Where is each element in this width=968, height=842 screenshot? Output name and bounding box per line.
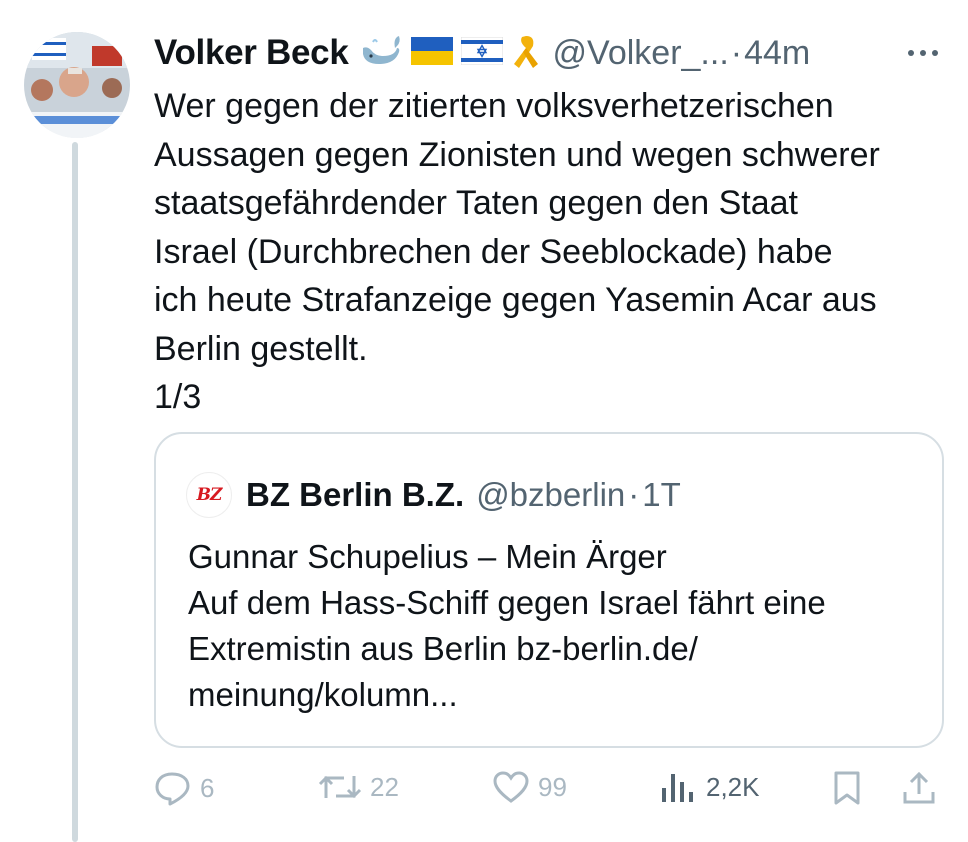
quoted-tweet-header: BZ BZ Berlin B.Z. @bzberlin · 1T	[186, 472, 681, 518]
views-count: 2,2K	[706, 771, 760, 802]
quoted-separator-dot: ·	[628, 476, 640, 513]
author-name[interactable]: Volker Beck	[154, 33, 349, 73]
reply-button[interactable]: 6	[154, 770, 214, 806]
retweet-count: 22	[370, 771, 399, 802]
profile-badges	[359, 32, 541, 75]
timestamp[interactable]: 44m	[744, 34, 810, 73]
bz-logo-avatar[interactable]: BZ	[186, 472, 232, 518]
tweet-header: Volker Beck @Volker_... · 44m	[154, 28, 948, 78]
share-button[interactable]	[902, 770, 936, 806]
quoted-timestamp[interactable]: 1T	[642, 476, 681, 514]
share-icon	[903, 771, 935, 804]
separator-dot: ·	[730, 33, 743, 72]
views-button[interactable]: 2,2K	[658, 770, 760, 804]
more-options-icon[interactable]	[908, 50, 948, 56]
bookmark-icon	[834, 771, 860, 805]
israel-flag-icon	[460, 36, 503, 70]
avatar[interactable]	[24, 32, 130, 138]
thread-line	[72, 142, 78, 842]
like-button[interactable]: 99	[492, 770, 567, 804]
tweet[interactable]: Volker Beck @Volker_... · 44m Wer gegen …	[0, 0, 968, 842]
whale-emoji-icon	[359, 34, 403, 73]
heart-icon	[493, 771, 529, 803]
bookmark-button[interactable]	[832, 770, 862, 806]
like-count: 99	[538, 771, 567, 802]
yellow-ribbon-icon	[511, 32, 541, 75]
analytics-bar-icon	[662, 774, 693, 802]
quoted-tweet-text: Gunnar Schupelius – Mein Ärger Auf dem H…	[188, 538, 826, 713]
ukraine-flag-icon	[410, 36, 453, 70]
retweet-button[interactable]: 22	[318, 770, 399, 804]
quoted-tweet[interactable]: BZ BZ Berlin B.Z. @bzberlin · 1T Gunnar …	[154, 432, 944, 748]
author-handle[interactable]: @Volker_...	[553, 34, 729, 73]
reply-count: 6	[200, 772, 215, 803]
bz-logo-text: BZ	[196, 485, 223, 505]
action-bar: 6 22 99 2,2K	[154, 760, 944, 820]
reply-icon	[155, 772, 190, 806]
retweet-icon	[318, 775, 362, 799]
quoted-author-handle[interactable]: @bzberlin	[476, 476, 625, 514]
quoted-author-name[interactable]: BZ Berlin B.Z.	[246, 476, 464, 514]
tweet-text: Wer gegen der zitierten volksverhetzeris…	[154, 87, 880, 416]
